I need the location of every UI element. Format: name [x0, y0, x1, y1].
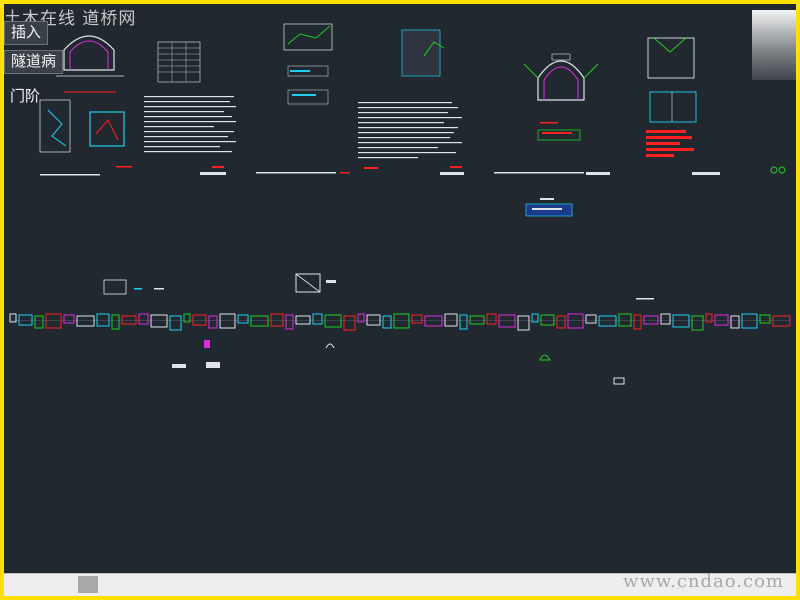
thumbnail-mark: [237, 314, 249, 324]
thumbnail-mark: [730, 315, 740, 329]
scroll-thumb[interactable]: [78, 576, 98, 593]
thumbnail-mark: [285, 314, 294, 330]
thumbnail-mark: [517, 315, 530, 331]
thumbnail-mark: [759, 314, 771, 324]
drawing-viewport[interactable]: 土木在线 道桥网 插入 隧道病 门阶 www.cndao.com: [4, 4, 796, 596]
thumbnail-mark: [382, 315, 392, 329]
thumbnail-mark: [411, 314, 423, 324]
lower-symbols: [172, 340, 625, 385]
thumbnail-mark: [343, 315, 356, 331]
side-tab[interactable]: 门阶: [4, 86, 46, 108]
title-tag: [525, 198, 573, 217]
thumbnail-mark: [138, 313, 149, 325]
tunnel-tab[interactable]: 隧道病: [4, 50, 64, 74]
symbol-group: [103, 273, 654, 300]
panel-gradient: [752, 10, 796, 80]
drawing-sheet-3: [358, 29, 464, 175]
thumbnail-mark: [169, 315, 182, 331]
thumbnail-mark: [459, 314, 468, 330]
drawing-sheet-4: [494, 53, 610, 175]
watermark-url: www.cndao.com: [623, 571, 784, 592]
thumbnail-mark: [312, 313, 323, 325]
thumbnail-marks: [9, 313, 791, 331]
thumbnail-mark: [486, 313, 497, 325]
thumbnail-mark: [660, 313, 671, 325]
thumbnail-mark: [208, 315, 218, 329]
cad-model-space[interactable]: [4, 4, 796, 596]
thumbnail-mark: [633, 314, 642, 330]
thumbnail-mark: [691, 315, 704, 331]
drawing-sheet-1: [39, 35, 236, 176]
thumbnail-mark: [111, 314, 120, 330]
insert-tab[interactable]: 插入: [4, 21, 49, 45]
thumbnail-mark: [63, 314, 75, 324]
thumbnail-mark: [34, 315, 44, 329]
thumbnail-mark: [556, 315, 566, 329]
drawing-sheet-2: [256, 23, 350, 174]
thumbnail-mark: [585, 314, 597, 324]
